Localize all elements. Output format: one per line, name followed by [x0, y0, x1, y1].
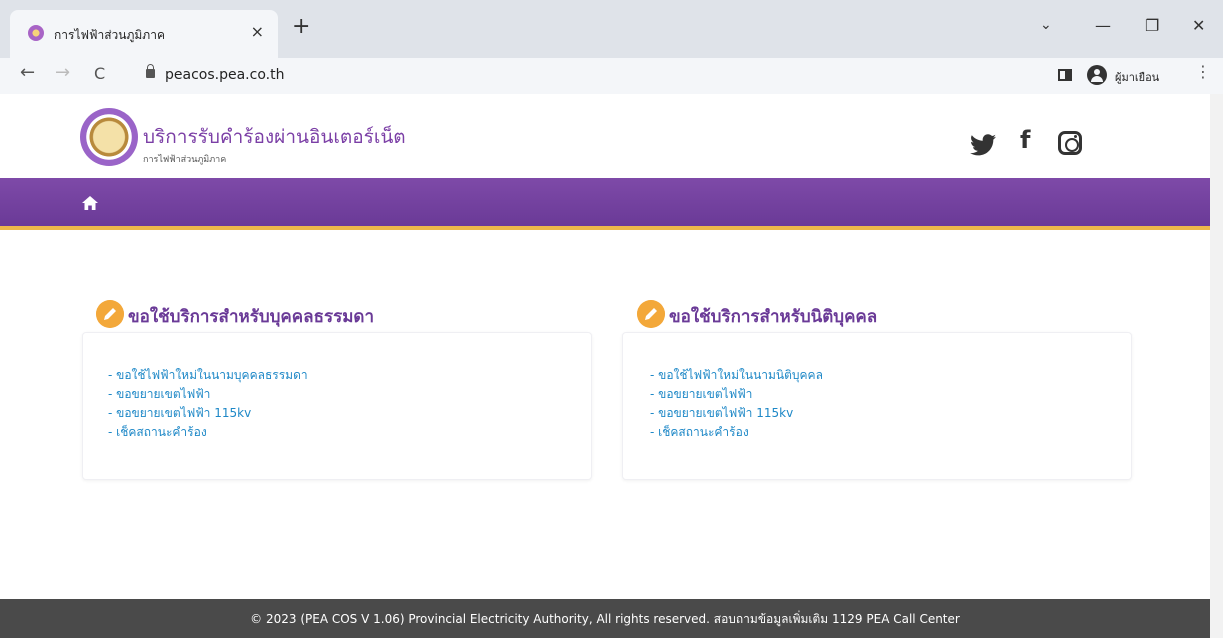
page-footer: © 2023 (PEA COS V 1.06) Provincial Elect…	[0, 599, 1210, 638]
list-item[interactable]: - ขอขยายเขตไฟฟ้า	[650, 385, 823, 404]
tab-close-icon[interactable]: ×	[251, 22, 264, 41]
web-page: บริการรับคำร้องผ่านอินเตอร์เน็ต การไฟฟ้า…	[0, 94, 1210, 638]
window-maximize-button[interactable]: ❐	[1145, 18, 1159, 34]
footer-copyright: © 2023 (PEA COS V 1.06) Provincial Elect…	[250, 612, 960, 626]
tab-search-dropdown-icon[interactable]: ⌄	[1040, 18, 1052, 32]
browser-toolbar: ← → C peacos.pea.co.th ผู้มาเยือน ⋮	[0, 58, 1223, 94]
link-extend-electricity-zone-115kv[interactable]: - ขอขยายเขตไฟฟ้า 115kv	[650, 406, 793, 420]
instagram-icon[interactable]	[1058, 131, 1082, 155]
back-button[interactable]: ←	[20, 64, 35, 82]
juristic-services-links: - ขอใช้ไฟฟ้าใหม่ในนามนิติบุคคล - ขอขยายเ…	[650, 366, 823, 442]
link-new-electricity-individual[interactable]: - ขอใช้ไฟฟ้าใหม่ในนามบุคคลธรรมดา	[108, 368, 308, 382]
pea-logo[interactable]	[80, 108, 138, 166]
site-title[interactable]: บริการรับคำร้องผ่านอินเตอร์เน็ต	[143, 122, 406, 152]
list-item[interactable]: - ขอขยายเขตไฟฟ้า	[108, 385, 308, 404]
browser-menu-button[interactable]: ⋮	[1195, 64, 1211, 80]
facebook-icon[interactable]: f	[1020, 128, 1030, 152]
address-bar[interactable]: peacos.pea.co.th	[165, 67, 284, 83]
browser-tab-bar: การไฟฟ้าส่วนภูมิภาค × + ⌄ — ❐ ✕	[0, 0, 1223, 58]
lock-icon[interactable]	[146, 64, 155, 78]
link-extend-electricity-zone[interactable]: - ขอขยายเขตไฟฟ้า	[650, 387, 752, 401]
browser-tab[interactable]: การไฟฟ้าส่วนภูมิภาค ×	[10, 10, 278, 58]
link-check-request-status[interactable]: - เช็คสถานะคำร้อง	[650, 425, 749, 439]
section-heading: ขอใช้บริการสำหรับบุคคลธรรมดา	[128, 307, 374, 327]
site-subtitle: การไฟฟ้าส่วนภูมิภาค	[143, 155, 227, 165]
new-tab-button[interactable]: +	[292, 16, 310, 38]
list-item[interactable]: - ขอใช้ไฟฟ้าใหม่ในนามบุคคลธรรมดา	[108, 366, 308, 385]
section-heading: ขอใช้บริการสำหรับนิติบุคคล	[669, 307, 878, 327]
window-minimize-button[interactable]: —	[1095, 18, 1111, 34]
list-item[interactable]: - เช็คสถานะคำร้อง	[650, 423, 823, 442]
individual-services-links: - ขอใช้ไฟฟ้าใหม่ในนามบุคคลธรรมดา - ขอขยา…	[108, 366, 308, 442]
forward-button[interactable]: →	[55, 64, 70, 82]
sidebar-icon[interactable]	[1058, 69, 1072, 81]
browser-tab-title: การไฟฟ้าส่วนภูมิภาค	[54, 28, 165, 42]
link-extend-electricity-zone-115kv[interactable]: - ขอขยายเขตไฟฟ้า 115kv	[108, 406, 251, 420]
profile-icon[interactable]	[1087, 65, 1107, 85]
profile-name[interactable]: ผู้มาเยือน	[1115, 68, 1159, 86]
list-item[interactable]: - เช็คสถานะคำร้อง	[108, 423, 308, 442]
list-item[interactable]: - ขอขยายเขตไฟฟ้า 115kv	[108, 404, 308, 423]
page-scrollbar[interactable]	[1210, 94, 1223, 638]
window-close-button[interactable]: ✕	[1192, 18, 1205, 34]
twitter-icon[interactable]	[970, 134, 996, 156]
list-item[interactable]: - ขอขยายเขตไฟฟ้า 115kv	[650, 404, 823, 423]
link-check-request-status[interactable]: - เช็คสถานะคำร้อง	[108, 425, 207, 439]
pencil-icon	[96, 300, 124, 328]
browser-tab-favicon	[28, 25, 44, 41]
main-navbar	[0, 178, 1210, 230]
list-item[interactable]: - ขอใช้ไฟฟ้าใหม่ในนามนิติบุคคล	[650, 366, 823, 385]
pencil-icon	[637, 300, 665, 328]
link-new-electricity-juristic[interactable]: - ขอใช้ไฟฟ้าใหม่ในนามนิติบุคคล	[650, 368, 823, 382]
home-icon[interactable]	[82, 196, 98, 210]
link-extend-electricity-zone[interactable]: - ขอขยายเขตไฟฟ้า	[108, 387, 210, 401]
reload-button[interactable]: C	[94, 66, 105, 82]
